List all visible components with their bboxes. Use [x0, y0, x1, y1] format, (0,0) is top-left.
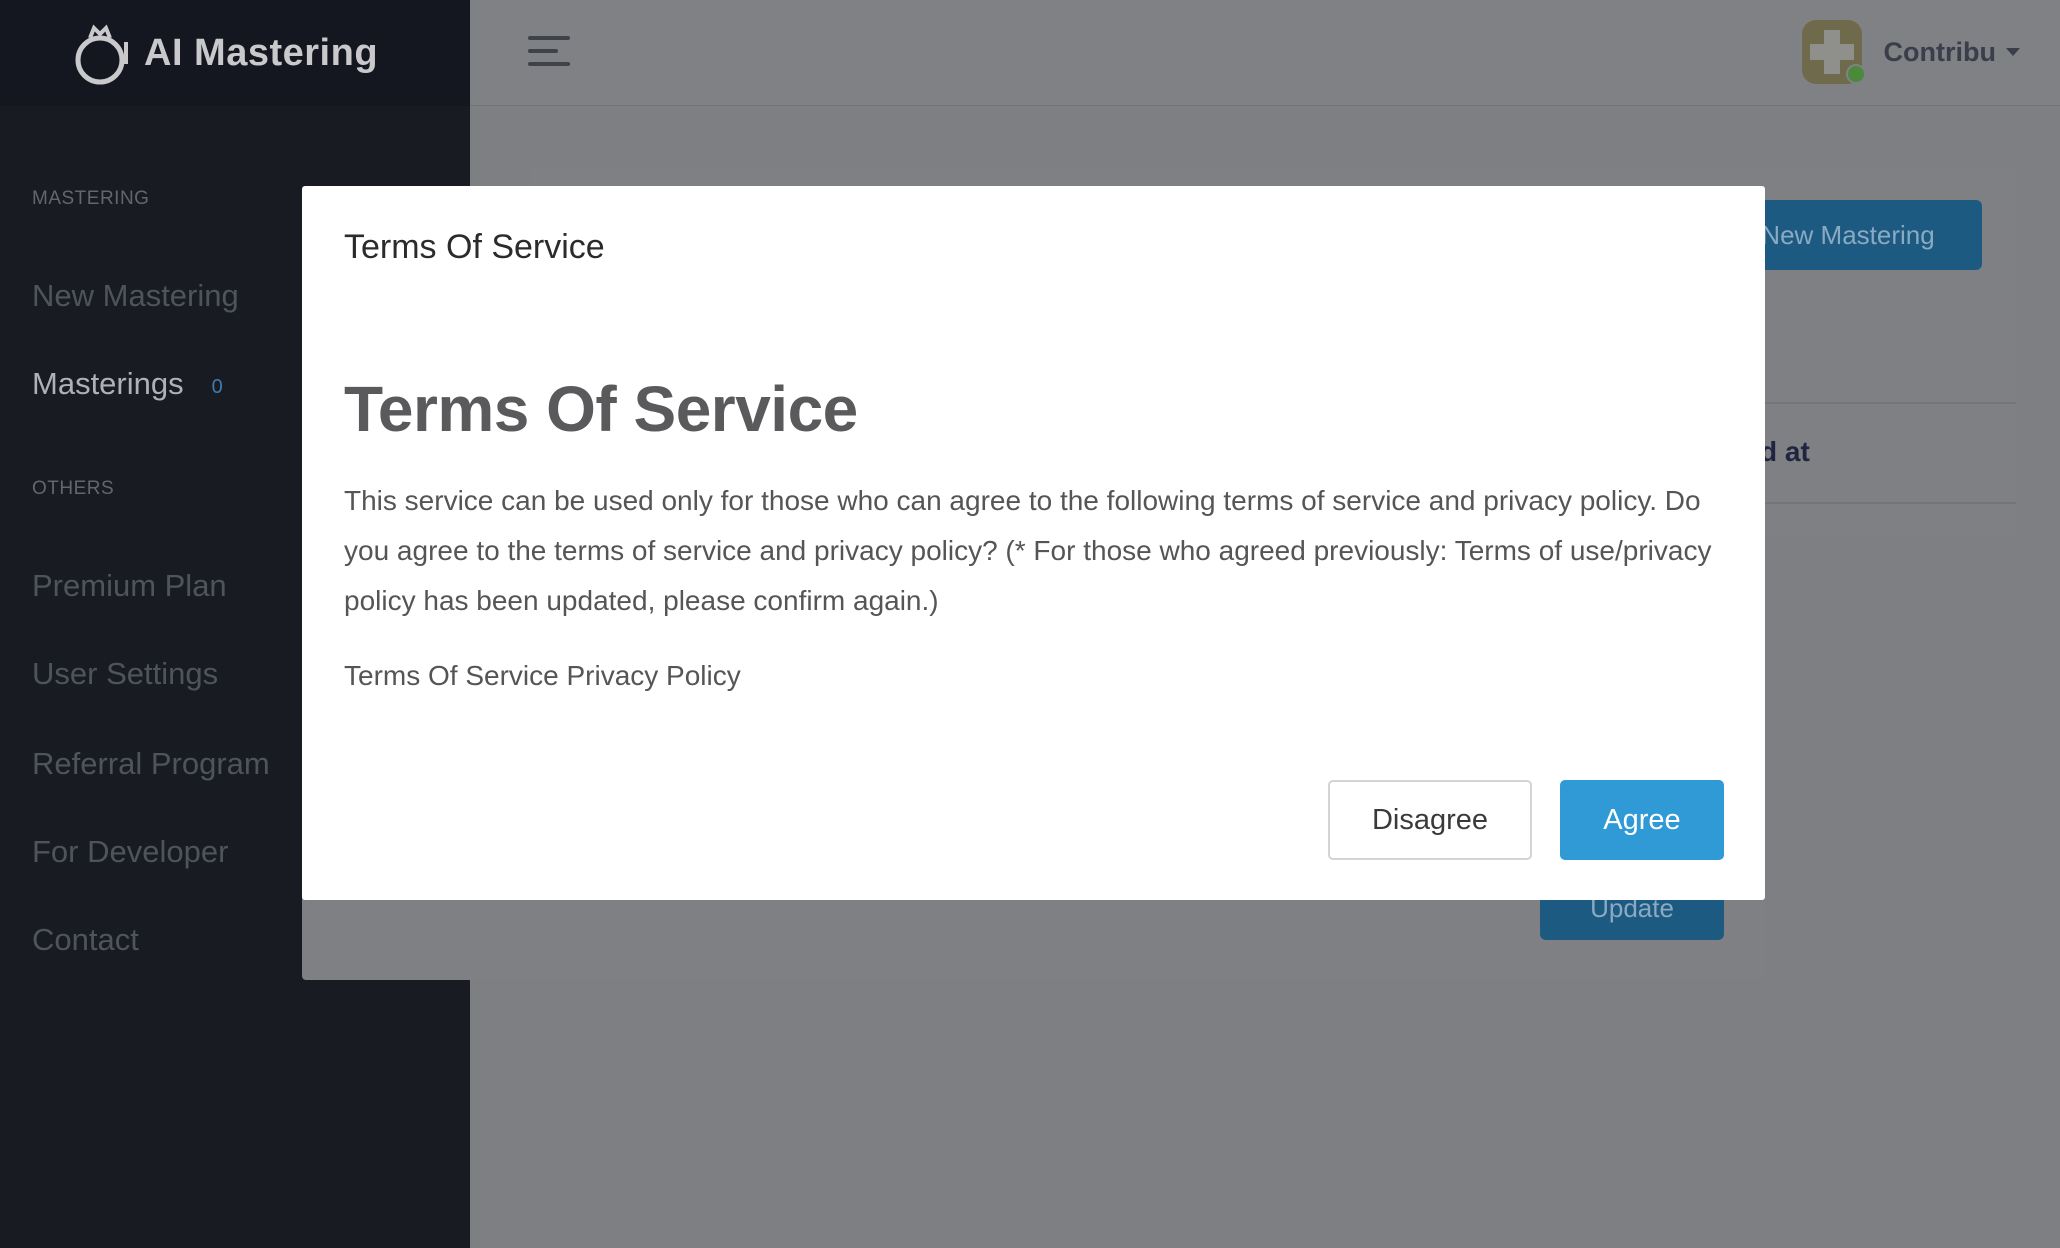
sidebar-item-contact[interactable]: Contact — [32, 922, 139, 958]
masterings-count-badge: 0 — [211, 375, 223, 398]
sidebar-item-label: New Mastering — [32, 278, 239, 313]
sidebar-item-label: For Developer — [32, 834, 229, 869]
hamburger-menu-icon[interactable] — [528, 36, 570, 70]
modal-body-text: This service can be used only for those … — [344, 485, 1712, 616]
sidebar-item-label: Masterings — [32, 366, 184, 401]
sidebar-item-label: Referral Program — [32, 746, 270, 781]
brand[interactable]: AI Mastering — [0, 0, 470, 106]
sidebar-item-user-settings[interactable]: User Settings — [32, 656, 218, 692]
sidebar-item-premium-plan[interactable]: Premium Plan — [32, 568, 227, 604]
terms-of-service-link[interactable]: Terms Of Service — [344, 660, 559, 691]
brand-name: AI Mastering — [144, 31, 379, 74]
privacy-policy-link[interactable]: Privacy Policy — [566, 660, 740, 691]
modal-title: Terms Of Service — [344, 228, 605, 266]
disagree-button[interactable]: Disagree — [1328, 780, 1532, 860]
logo-icon — [75, 24, 128, 85]
avatar — [1801, 20, 1866, 84]
sidebar-item-masterings[interactable]: Masterings 0 — [32, 366, 223, 402]
terms-modal: Terms Of Service Terms Of Service This s… — [302, 186, 1765, 900]
agree-button[interactable]: Agree — [1560, 780, 1724, 860]
sidebar-item-referral-program[interactable]: Referral Program — [32, 746, 270, 782]
sidebar-item-new-mastering[interactable]: New Mastering — [32, 278, 239, 314]
table-column-header: d at — [1760, 436, 1810, 467]
sidebar-item-label: Contact — [32, 922, 139, 957]
caret-down-icon — [2006, 48, 2020, 56]
online-status-icon — [1845, 64, 1866, 84]
sidebar-item-for-developer[interactable]: For Developer — [32, 834, 228, 870]
modal-heading: Terms Of Service — [344, 373, 858, 445]
policy-links: Terms Of Service Privacy Policy — [344, 660, 741, 692]
user-menu[interactable]: Contribu — [1801, 20, 2020, 84]
sidebar-item-label: User Settings — [32, 656, 219, 691]
sidebar-item-label: Premium Plan — [32, 568, 227, 603]
top-header: Contribu — [470, 0, 2060, 106]
user-name: Contribu — [1883, 36, 1996, 67]
section-label-others: OTHERS — [32, 478, 115, 499]
section-label-mastering: MASTERING — [32, 188, 150, 209]
